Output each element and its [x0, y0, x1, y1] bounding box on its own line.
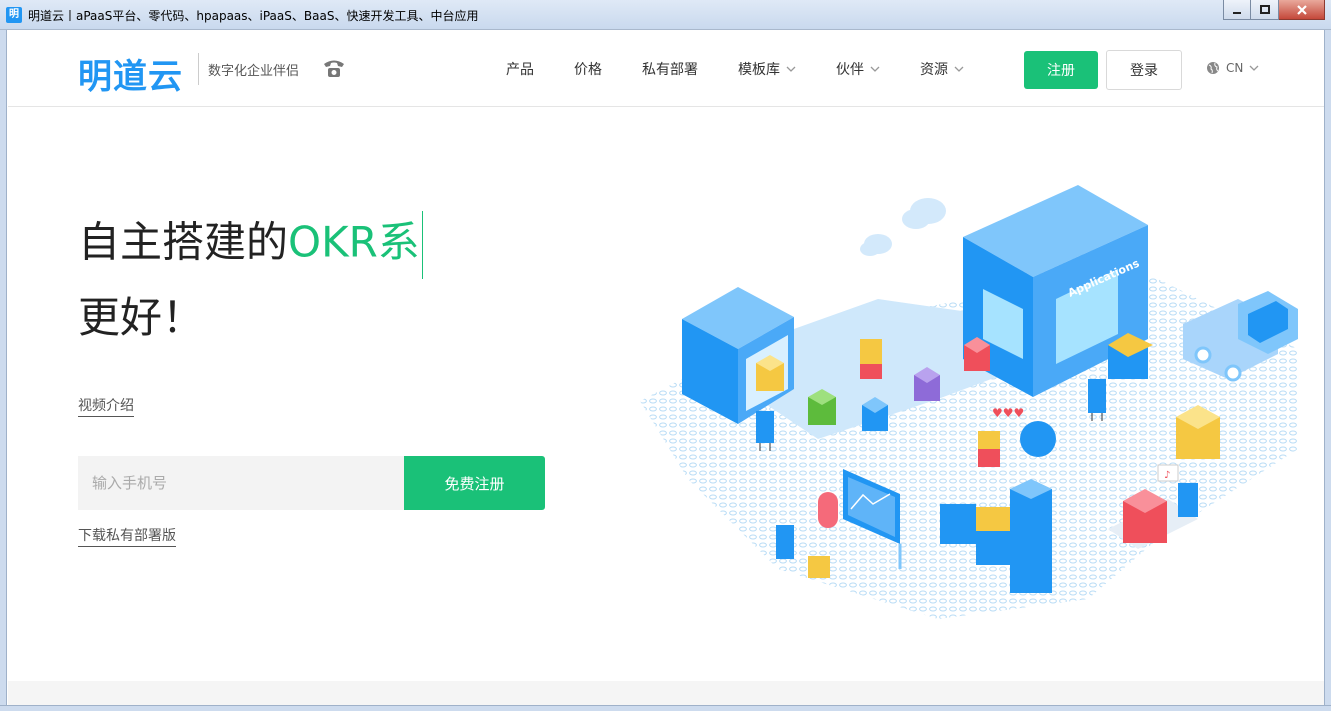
window-controls — [1223, 0, 1325, 20]
close-icon — [1296, 4, 1307, 15]
phone-icon[interactable] — [321, 55, 347, 81]
window-frame-bottom — [0, 705, 1331, 711]
nav-links: 产品 价格 私有部署 模板库 伙伴 资源 — [506, 59, 1004, 79]
chevron-down-icon — [870, 66, 880, 72]
nav-label: 产品 — [506, 62, 534, 78]
login-button[interactable]: 登录 — [1106, 50, 1182, 90]
app-icon: 明 — [6, 7, 22, 23]
hero-title-line2: 更好！ — [78, 293, 205, 342]
hero-illustration: Applications ♥♥♥ ♪ — [640, 185, 1298, 619]
window-titlebar: 明 明道云丨aPaaS平台、零代码、hpapaas、iPaaS、BaaS、快速开… — [0, 0, 1331, 30]
minimize-button[interactable] — [1223, 0, 1251, 20]
window-frame-right — [1324, 30, 1331, 711]
nav-item-partners[interactable]: 伙伴 — [836, 59, 880, 79]
nav-label: 模板库 — [738, 62, 780, 78]
language-label: CN — [1226, 61, 1244, 75]
register-button[interactable]: 注册 — [1024, 51, 1098, 89]
hero-title-line1: 自主搭建的OKR系 — [78, 211, 423, 279]
block-yellow-tall — [860, 339, 882, 379]
maximize-button[interactable] — [1251, 0, 1279, 20]
video-intro-link[interactable]: 视频介绍 — [78, 395, 134, 417]
nav-label: 价格 — [574, 62, 602, 78]
site-logo[interactable]: 明道云 — [78, 49, 183, 98]
character-red — [978, 431, 1000, 467]
logo-divider — [198, 53, 199, 85]
typing-caret — [421, 211, 423, 279]
web-page: 明道云 数字化企业伴侣 产品 价格 私有部署 模板库 伙伴 资源 注册 登录 C… — [8, 31, 1324, 705]
chevron-down-icon — [1249, 65, 1259, 71]
chevron-down-icon — [954, 66, 964, 72]
cloud-icon — [860, 198, 946, 256]
minimize-icon — [1233, 11, 1241, 14]
chevron-down-icon — [786, 66, 796, 72]
window-frame-left — [0, 30, 7, 711]
nav-item-resources[interactable]: 资源 — [920, 59, 964, 79]
hero-title-accent: OKR系 — [288, 217, 420, 267]
nav-item-pricing[interactable]: 价格 — [574, 59, 602, 79]
nav-item-product[interactable]: 产品 — [506, 59, 534, 79]
nav-item-private-deploy[interactable]: 私有部署 — [642, 59, 698, 79]
nav-label: 伙伴 — [836, 62, 864, 78]
hero-title-plain: 自主搭建的 — [78, 217, 289, 267]
character-pink — [818, 492, 838, 528]
svg-text:♥♥♥: ♥♥♥ — [992, 406, 1024, 420]
hearts-icon: ♥♥♥ — [992, 406, 1024, 420]
language-selector[interactable]: CN — [1206, 61, 1259, 75]
window-title: 明道云丨aPaaS平台、零代码、hpapaas、iPaaS、BaaS、快速开发工… — [28, 9, 479, 23]
nav-item-templates[interactable]: 模板库 — [738, 59, 796, 79]
character-yellow — [808, 556, 830, 578]
svg-text:♪: ♪ — [1164, 470, 1170, 481]
character-ball — [1020, 421, 1056, 457]
globe-icon — [1207, 62, 1219, 74]
hero-title: 自主搭建的OKR系 更好！ — [78, 211, 423, 349]
character-blue-4 — [1178, 483, 1198, 517]
free-register-button[interactable]: 免费注册 — [404, 456, 545, 510]
nav-label: 私有部署 — [642, 62, 698, 78]
music-note-icon: ♪ — [1157, 464, 1179, 482]
top-nav: 明道云 数字化企业伴侣 产品 价格 私有部署 模板库 伙伴 资源 注册 登录 C… — [8, 31, 1324, 107]
maximize-icon — [1259, 4, 1270, 14]
footer-band — [8, 681, 1324, 705]
phone-input[interactable] — [78, 456, 404, 510]
close-button[interactable] — [1279, 0, 1325, 20]
character-blue-3 — [776, 525, 794, 559]
nav-label: 资源 — [920, 62, 948, 78]
tagline: 数字化企业伴侣 — [208, 64, 300, 79]
download-private-link[interactable]: 下载私有部署版 — [78, 525, 176, 547]
